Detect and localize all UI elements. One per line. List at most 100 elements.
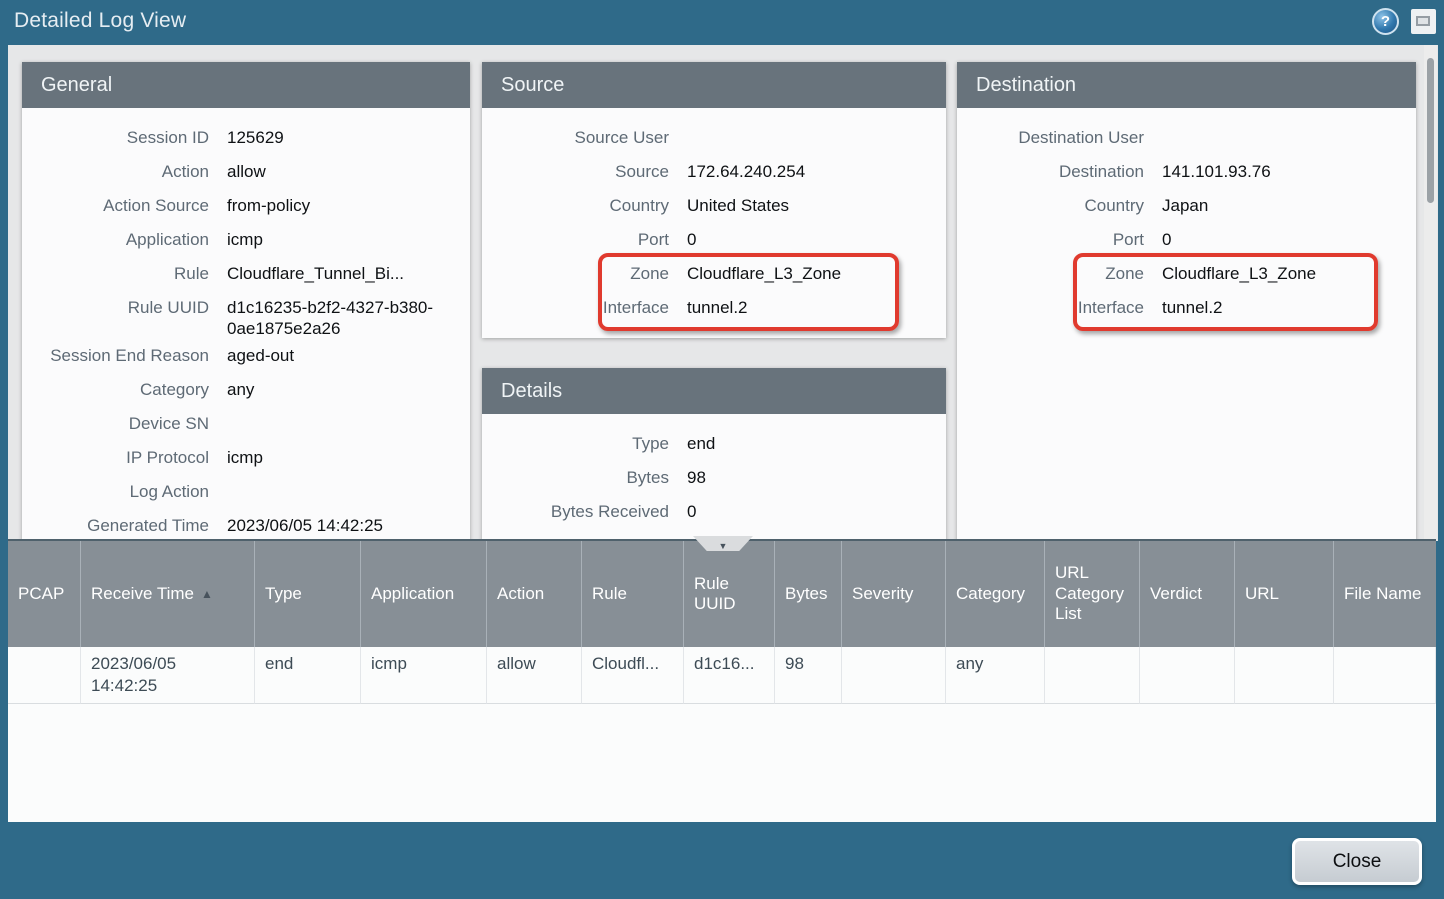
field-value: d1c16235-b2f2-4327-b380-0ae1875e2a26 [227,292,470,340]
field-label: Generated Time [22,510,227,536]
close-button[interactable]: Close [1292,838,1422,885]
column-header-url-category-list[interactable]: URL Category List [1045,541,1140,647]
cell-receive-time: 2023/06/05 14:42:25 [81,647,255,704]
field-label: Rule [22,258,227,284]
chevron-down-icon: ▼ [719,539,728,553]
field-label: Bytes Received [482,496,687,522]
field-row: Device SN [22,408,470,442]
column-header-category[interactable]: Category [946,541,1045,647]
column-header-rule-uuid[interactable]: Rule UUID [684,541,775,647]
field-value: aged-out [227,340,470,366]
column-header-verdict[interactable]: Verdict [1140,541,1235,647]
cell-url [1235,647,1334,704]
help-icon[interactable]: ? [1372,8,1399,35]
window-glyph [1416,16,1430,26]
column-header-severity[interactable]: Severity [842,541,946,647]
field-value: from-policy [227,190,470,216]
source-panel-title: Source [482,62,946,108]
column-header-label: Rule UUID [694,574,764,615]
field-row: ZoneCloudflare_L3_Zone [957,258,1416,292]
column-header-label: Category [956,584,1025,604]
maximize-window-icon[interactable] [1411,9,1436,34]
field-label: Category [22,374,227,400]
field-value: 172.64.240.254 [687,156,946,182]
details-panel-body: Typeend Bytes98 Bytes Received0 [482,414,946,530]
column-header-application[interactable]: Application [361,541,487,647]
cell-category: any [946,647,1045,704]
field-row: Source User [482,122,946,156]
field-label: Destination [957,156,1162,182]
column-header-rule[interactable]: Rule [582,541,684,647]
column-header-label: Bytes [785,584,828,604]
field-label: Bytes [482,462,687,488]
details-panel-title: Details [482,368,946,414]
cell-severity [842,647,946,704]
field-row: Bytes Received0 [482,496,946,530]
field-label: Interface [957,292,1162,318]
cell-type: end [255,647,361,704]
field-value: 2023/06/05 14:42:25 [227,510,470,536]
log-table-row[interactable]: 2023/06/05 14:42:25 end icmp allow Cloud… [8,647,1436,704]
cell-action: allow [487,647,582,704]
column-header-file-name[interactable]: File Name [1334,541,1436,647]
field-value [687,122,946,127]
cell-application: icmp [361,647,487,704]
field-row: Interfacetunnel.2 [957,292,1416,326]
field-label: Country [957,190,1162,216]
field-row: Destination141.101.93.76 [957,156,1416,190]
field-value: any [227,374,470,400]
field-value: icmp [227,224,470,250]
column-header-label: File Name [1344,584,1421,604]
field-value: icmp [227,442,470,468]
column-header-label: Severity [852,584,913,604]
details-panel: Details Typeend Bytes98 Bytes Received0 [482,368,946,541]
field-row: Port0 [957,224,1416,258]
field-value [227,408,470,413]
column-header-label: Action [497,584,544,604]
field-label: Country [482,190,687,216]
field-value: Cloudflare_L3_Zone [1162,258,1416,284]
field-row: Generated Time2023/06/05 14:42:25 [22,510,470,542]
field-row: Source172.64.240.254 [482,156,946,190]
field-row: Bytes98 [482,462,946,496]
source-panel: Source Source User Source172.64.240.254 … [482,62,946,338]
field-row: CountryUnited States [482,190,946,224]
field-label: Port [957,224,1162,250]
cell-url-category-list [1045,647,1140,704]
field-label: Session End Reason [22,340,227,366]
destination-panel-title: Destination [957,62,1416,108]
column-header-label: Verdict [1150,584,1202,604]
column-header-pcap[interactable]: PCAP [8,541,81,647]
field-label: Destination User [957,122,1162,148]
field-value [1162,122,1416,127]
log-table-header: PCAP Receive Time▲ Type Application Acti… [8,541,1436,647]
field-row: Session ID125629 [22,122,470,156]
scrollbar-thumb[interactable] [1427,58,1434,203]
field-value: Cloudflare_L3_Zone [687,258,946,284]
field-label: Action [22,156,227,182]
field-row: IP Protocolicmp [22,442,470,476]
field-value: allow [227,156,470,182]
vertical-scrollbar[interactable] [1424,45,1437,541]
cell-bytes: 98 [775,647,842,704]
column-header-receive-time[interactable]: Receive Time▲ [81,541,255,647]
column-header-label: URL Category List [1055,563,1129,624]
column-header-type[interactable]: Type [255,541,361,647]
field-value: Japan [1162,190,1416,216]
cell-rule: Cloudfl... [582,647,684,704]
column-header-action[interactable]: Action [487,541,582,647]
field-value: end [687,428,946,454]
field-value: 0 [1162,224,1416,250]
field-label: Zone [482,258,687,284]
destination-panel-body: Destination User Destination141.101.93.7… [957,108,1416,326]
column-header-url[interactable]: URL [1235,541,1334,647]
field-label: Log Action [22,476,227,502]
field-value: Cloudflare_Tunnel_Bi... [227,258,470,284]
field-row: ZoneCloudflare_L3_Zone [482,258,946,292]
field-row: Destination User [957,122,1416,156]
source-panel-body: Source User Source172.64.240.254 Country… [482,108,946,326]
field-label: IP Protocol [22,442,227,468]
column-header-bytes[interactable]: Bytes [775,541,842,647]
field-label: Source [482,156,687,182]
column-header-label: PCAP [18,584,64,604]
